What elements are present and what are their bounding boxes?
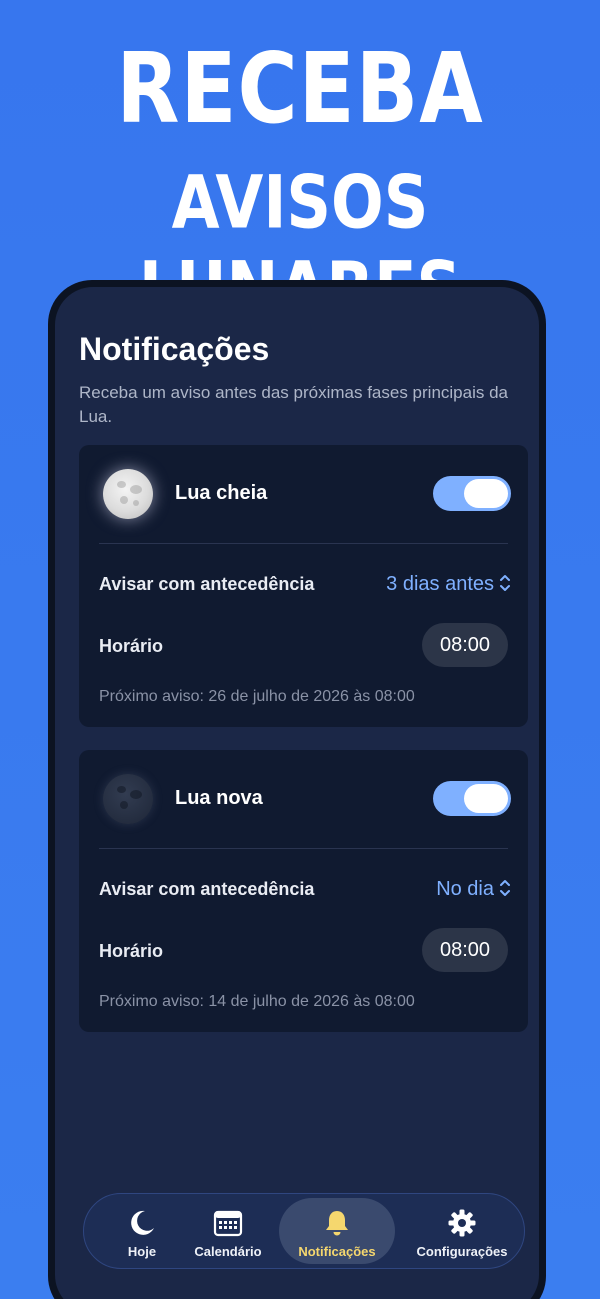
phone-frame: Notificações Receba um aviso antes das p… <box>48 280 546 1299</box>
gear-icon <box>448 1209 476 1237</box>
notification-card-full-moon: Lua cheia Avisar com antecedência 3 dias… <box>79 445 528 727</box>
page-title: Notificações <box>79 331 270 367</box>
next-notice: Próximo aviso: 26 de julho de 2026 às 08… <box>99 688 415 705</box>
tab-label: Notificações <box>298 1244 376 1259</box>
notification-card-new-moon: Lua nova Avisar com antecedência No dia … <box>79 750 528 1032</box>
tab-hoje[interactable]: Hoje <box>94 1198 190 1264</box>
time-label: Horário <box>99 941 164 961</box>
full-moon-toggle[interactable] <box>433 476 511 511</box>
divider <box>99 848 508 849</box>
tab-bar: Hoje Calendário Notificações Configuraçõ… <box>83 1193 525 1269</box>
tab-label: Calendário <box>194 1244 262 1259</box>
time-picker[interactable]: 08:00 <box>422 623 508 667</box>
divider <box>99 543 508 544</box>
page-subtitle: Receba um aviso antes das próximas fases… <box>79 383 508 426</box>
calendar-icon <box>213 1210 243 1237</box>
time-label: Horário <box>99 636 164 656</box>
headline-line-1: RECEBA <box>116 33 484 146</box>
full-moon-icon <box>103 469 153 519</box>
card-title: Lua nova <box>175 787 263 809</box>
tab-label: Hoje <box>127 1244 157 1259</box>
tab-label: Configurações <box>416 1244 508 1259</box>
advance-label: Avisar com antecedência <box>99 879 315 899</box>
app-screen: Notificações Receba um aviso antes das p… <box>55 287 539 1299</box>
card-title: Lua cheia <box>175 482 268 504</box>
moon-icon <box>131 1210 154 1235</box>
advance-select[interactable]: No dia <box>436 878 494 901</box>
time-picker[interactable]: 08:00 <box>422 928 508 972</box>
tab-notificacoes[interactable]: Notificações <box>279 1198 395 1264</box>
next-notice: Próximo aviso: 14 de julho de 2026 às 08… <box>99 993 415 1010</box>
chevron-up-down-icon[interactable] <box>498 877 512 899</box>
toggle-knob <box>464 479 508 508</box>
tab-configuracoes[interactable]: Configurações <box>404 1198 520 1264</box>
new-moon-toggle[interactable] <box>433 781 511 816</box>
tab-calendario[interactable]: Calendário <box>180 1198 276 1264</box>
toggle-knob <box>464 784 508 813</box>
chevron-up-down-icon[interactable] <box>498 572 512 594</box>
advance-select[interactable]: 3 dias antes <box>386 573 494 596</box>
new-moon-icon <box>103 774 153 824</box>
advance-label: Avisar com antecedência <box>99 574 315 594</box>
bell-icon <box>326 1211 348 1236</box>
